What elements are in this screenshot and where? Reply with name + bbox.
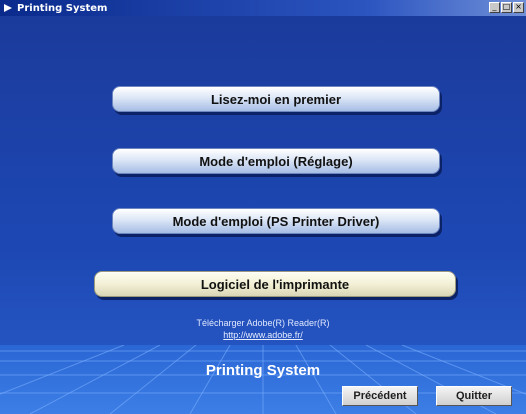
app-icon [3, 3, 13, 13]
app-window: Printing System _ □ × Lisez-moi en premi… [0, 0, 526, 414]
download-reader-text: Télécharger Adobe(R) Reader(R) [196, 318, 330, 328]
manual-driver-button[interactable]: Mode d'emploi (PS Printer Driver) [112, 208, 440, 234]
brand-title: Printing System [205, 362, 321, 379]
maximize-button[interactable]: □ [501, 2, 512, 13]
window-controls: _ □ × [489, 2, 524, 13]
readme-button[interactable]: Lisez-moi en premier [112, 86, 440, 112]
close-button[interactable]: × [513, 2, 524, 13]
manual-setup-button[interactable]: Mode d'emploi (Réglage) [112, 148, 440, 174]
window-title: Printing System [17, 2, 108, 14]
minimize-button[interactable]: _ [489, 2, 500, 13]
adobe-link[interactable]: http://www.adobe.fr/ [223, 330, 303, 340]
download-reader-link-row: http://www.adobe.fr/ [0, 330, 526, 340]
previous-button[interactable]: Précédent [342, 386, 418, 406]
title-bar[interactable]: Printing System _ □ × [0, 0, 526, 16]
quit-button[interactable]: Quitter [436, 386, 512, 406]
printer-software-button[interactable]: Logiciel de l'imprimante [94, 271, 456, 297]
